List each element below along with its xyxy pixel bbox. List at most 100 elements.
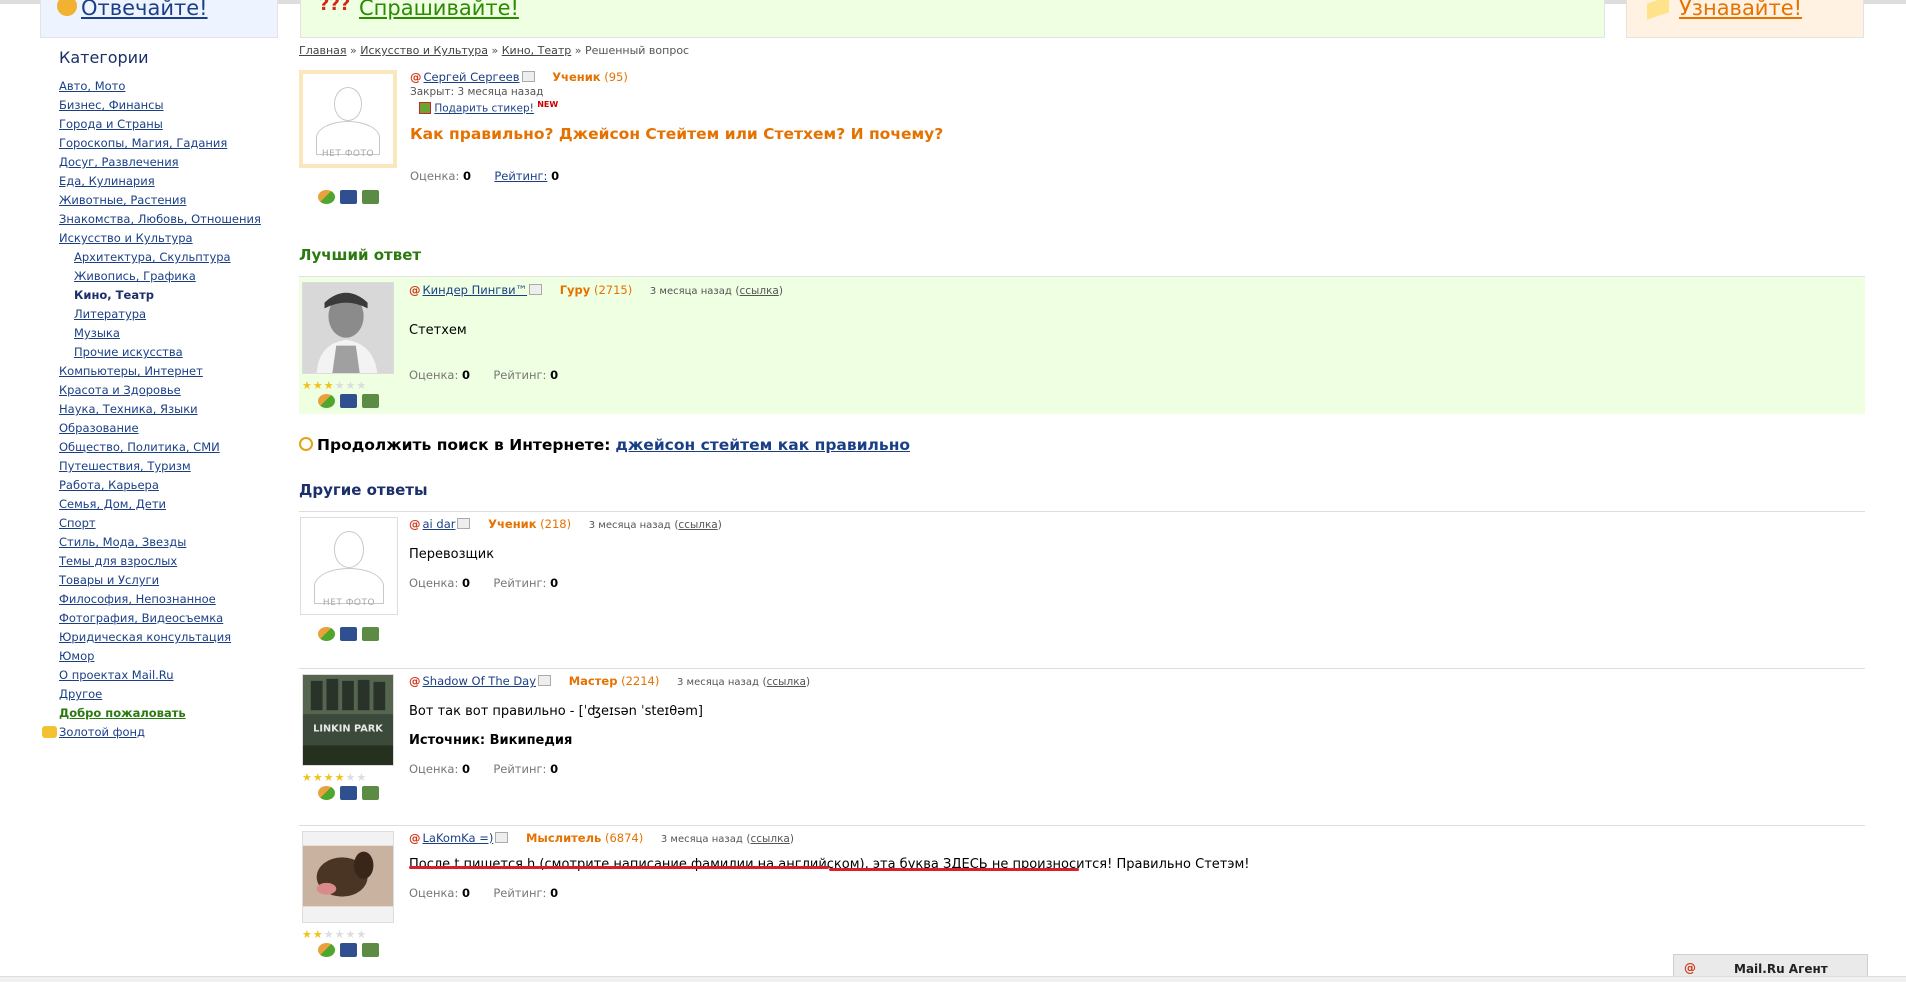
continue-search-label: Продолжить поиск в Интернете:	[317, 436, 611, 454]
author-menu-icon[interactable]	[495, 832, 509, 843]
continue-search-link[interactable]: джейсон стейтем как правильно	[615, 436, 910, 454]
category-link[interactable]: Юридическая консультация	[59, 628, 280, 647]
friend-icon[interactable]	[318, 786, 335, 800]
banner-learn[interactable]: Узнавайте!	[1626, 0, 1864, 38]
category-link[interactable]: Города и Страны	[59, 115, 280, 134]
category-link[interactable]: Спорт	[59, 514, 280, 533]
category-link[interactable]: Еда, Кулинария	[59, 172, 280, 191]
category-link[interactable]: Животные, Растения	[59, 191, 280, 210]
category-link[interactable]: Компьютеры, Интернет	[59, 362, 280, 381]
best-answer-avatar[interactable]	[302, 282, 394, 374]
category-link[interactable]: Стиль, Мода, Звезды	[59, 533, 280, 552]
best-answer-permalink[interactable]: ссылка	[740, 285, 779, 297]
subcategory-link[interactable]: Прочие искусства	[74, 343, 280, 362]
dog-photo	[303, 832, 393, 922]
friend-icon[interactable]	[318, 394, 335, 408]
best-answer-details: @ Киндер Пингви™ Гуру (2715) 3 месяца наз…	[409, 283, 783, 382]
answer-avatar[interactable]: LINKIN PARK	[302, 674, 394, 766]
category-link[interactable]: Искусство и Культура	[59, 229, 280, 248]
category-link[interactable]: Юмор	[59, 647, 280, 666]
video-icon[interactable]	[362, 786, 379, 800]
bottom-strip	[0, 976, 1906, 982]
category-link[interactable]: Темы для взрослых	[59, 552, 280, 571]
friend-icon[interactable]	[318, 627, 335, 641]
answer-meta: Оценка: 0 Рейтинг: 0	[409, 762, 810, 776]
photo-icon[interactable]	[340, 190, 357, 204]
category-link[interactable]: Фотография, Видеосъемка	[59, 609, 280, 628]
subcategory-link[interactable]: Литература	[74, 305, 280, 324]
photo-icon[interactable]	[340, 627, 357, 641]
red-underline-mark	[409, 866, 829, 869]
friend-icon[interactable]	[318, 190, 335, 204]
category-link[interactable]: О проектах Mail.Ru	[59, 666, 280, 685]
video-icon[interactable]	[362, 394, 379, 408]
answer-avatar[interactable]	[302, 831, 394, 923]
category-link[interactable]: Бизнес, Финансы	[59, 96, 280, 115]
answer-author[interactable]: ai dar	[423, 517, 456, 531]
question-avatar[interactable]: НЕТ ФОТО	[299, 70, 397, 168]
answer-permalink[interactable]: ссылка	[751, 833, 790, 845]
category-link[interactable]: Гороскопы, Магия, Гадания	[59, 134, 280, 153]
photo-icon[interactable]	[340, 943, 357, 957]
rating-link[interactable]: Рейтинг:	[494, 169, 547, 183]
question-author[interactable]: Сергей Сергеев	[424, 70, 520, 84]
welcome-link[interactable]: Добро пожаловать	[59, 704, 280, 723]
author-menu-icon[interactable]	[538, 675, 552, 686]
photo-icon[interactable]	[340, 394, 357, 408]
subcategory-link[interactable]: Музыка	[74, 324, 280, 343]
categories-sidebar: Категории Авто, Мото Бизнес, Финансы Гор…	[40, 48, 280, 742]
best-answer-author[interactable]: Киндер Пингви™	[423, 283, 528, 297]
author-menu-icon[interactable]	[457, 518, 471, 529]
question-user-icons	[318, 190, 379, 204]
score-label: Оценка:	[409, 762, 459, 776]
category-link[interactable]: Общество, Политика, СМИ	[59, 438, 280, 457]
photo-icon[interactable]	[340, 786, 357, 800]
category-link[interactable]: Путешествия, Туризм	[59, 457, 280, 476]
category-link[interactable]: Знакомства, Любовь, Отношения	[59, 210, 280, 229]
answer-user-icons	[318, 943, 379, 957]
category-link[interactable]: Другое	[59, 685, 280, 704]
answer-author[interactable]: Shadow Of The Day	[423, 674, 537, 688]
answer-when: 3 месяца назад	[676, 677, 759, 688]
banner-learn-link[interactable]: Узнавайте!	[1679, 0, 1802, 20]
category-link[interactable]: Наука, Техника, Языки	[59, 400, 280, 419]
subcategory-link[interactable]: Архитектура, Скульптура	[74, 248, 280, 267]
category-link[interactable]: Авто, Мото	[59, 77, 280, 96]
category-link[interactable]: Досуг, Развлечения	[59, 153, 280, 172]
answer-avatar[interactable]: НЕТ ФОТО	[300, 517, 398, 615]
mail-at-icon: @	[410, 70, 422, 84]
answer-permalink[interactable]: ссылка	[678, 519, 717, 531]
breadcrumb-home[interactable]: Главная	[299, 44, 347, 57]
video-icon[interactable]	[362, 627, 379, 641]
category-link[interactable]: Товары и Услуги	[59, 571, 280, 590]
banner-answer-link[interactable]: Отвечайте!	[81, 0, 208, 20]
gift-sticker-link[interactable]: Подарить стикер!	[434, 103, 534, 115]
banner-ask-link[interactable]: Спрашивайте!	[359, 0, 519, 20]
banner-ask[interactable]: ??? Спрашивайте!	[300, 0, 1605, 38]
category-link[interactable]: Семья, Дом, Дети	[59, 495, 280, 514]
category-link[interactable]: Красота и Здоровье	[59, 381, 280, 400]
answer-author-line: @ LaKomKa =) Мыслитель (6874) 3 месяца на…	[409, 831, 794, 845]
answer-author[interactable]: LaKomKa =)	[423, 831, 494, 845]
golden-fund-link[interactable]: Золотой фонд	[42, 723, 280, 742]
best-answer-when: 3 месяца назад	[649, 286, 732, 297]
answer-item: НЕТ ФОТО @ ai dar Ученик (218) 3 месяца н…	[299, 511, 1865, 668]
video-icon[interactable]	[362, 943, 379, 957]
breadcrumb-subcategory[interactable]: Кино, Театр	[502, 44, 572, 57]
answer-user-icons	[318, 786, 379, 800]
category-link[interactable]: Философия, Непознанное	[59, 590, 280, 609]
question-marks-icon: ???	[319, 0, 351, 15]
subcategory-link[interactable]: Живопись, Графика	[74, 267, 280, 286]
author-menu-icon[interactable]	[521, 71, 535, 82]
answer-author-line: @ Shadow Of The Day Мастер (2214) 3 месяц…	[409, 674, 811, 688]
category-link[interactable]: Образование	[59, 419, 280, 438]
answer-permalink[interactable]: ссылка	[767, 676, 806, 688]
best-answer-rank: Гуру	[559, 283, 591, 297]
friend-icon[interactable]	[318, 943, 335, 957]
gift-sticker[interactable]: Подарить стикер! NEW	[419, 100, 943, 115]
category-link[interactable]: Работа, Карьера	[59, 476, 280, 495]
banner-answer[interactable]: Отвечайте!	[40, 0, 278, 38]
breadcrumb-category[interactable]: Искусство и Культура	[360, 44, 488, 57]
author-menu-icon[interactable]	[529, 284, 543, 295]
video-icon[interactable]	[362, 190, 379, 204]
